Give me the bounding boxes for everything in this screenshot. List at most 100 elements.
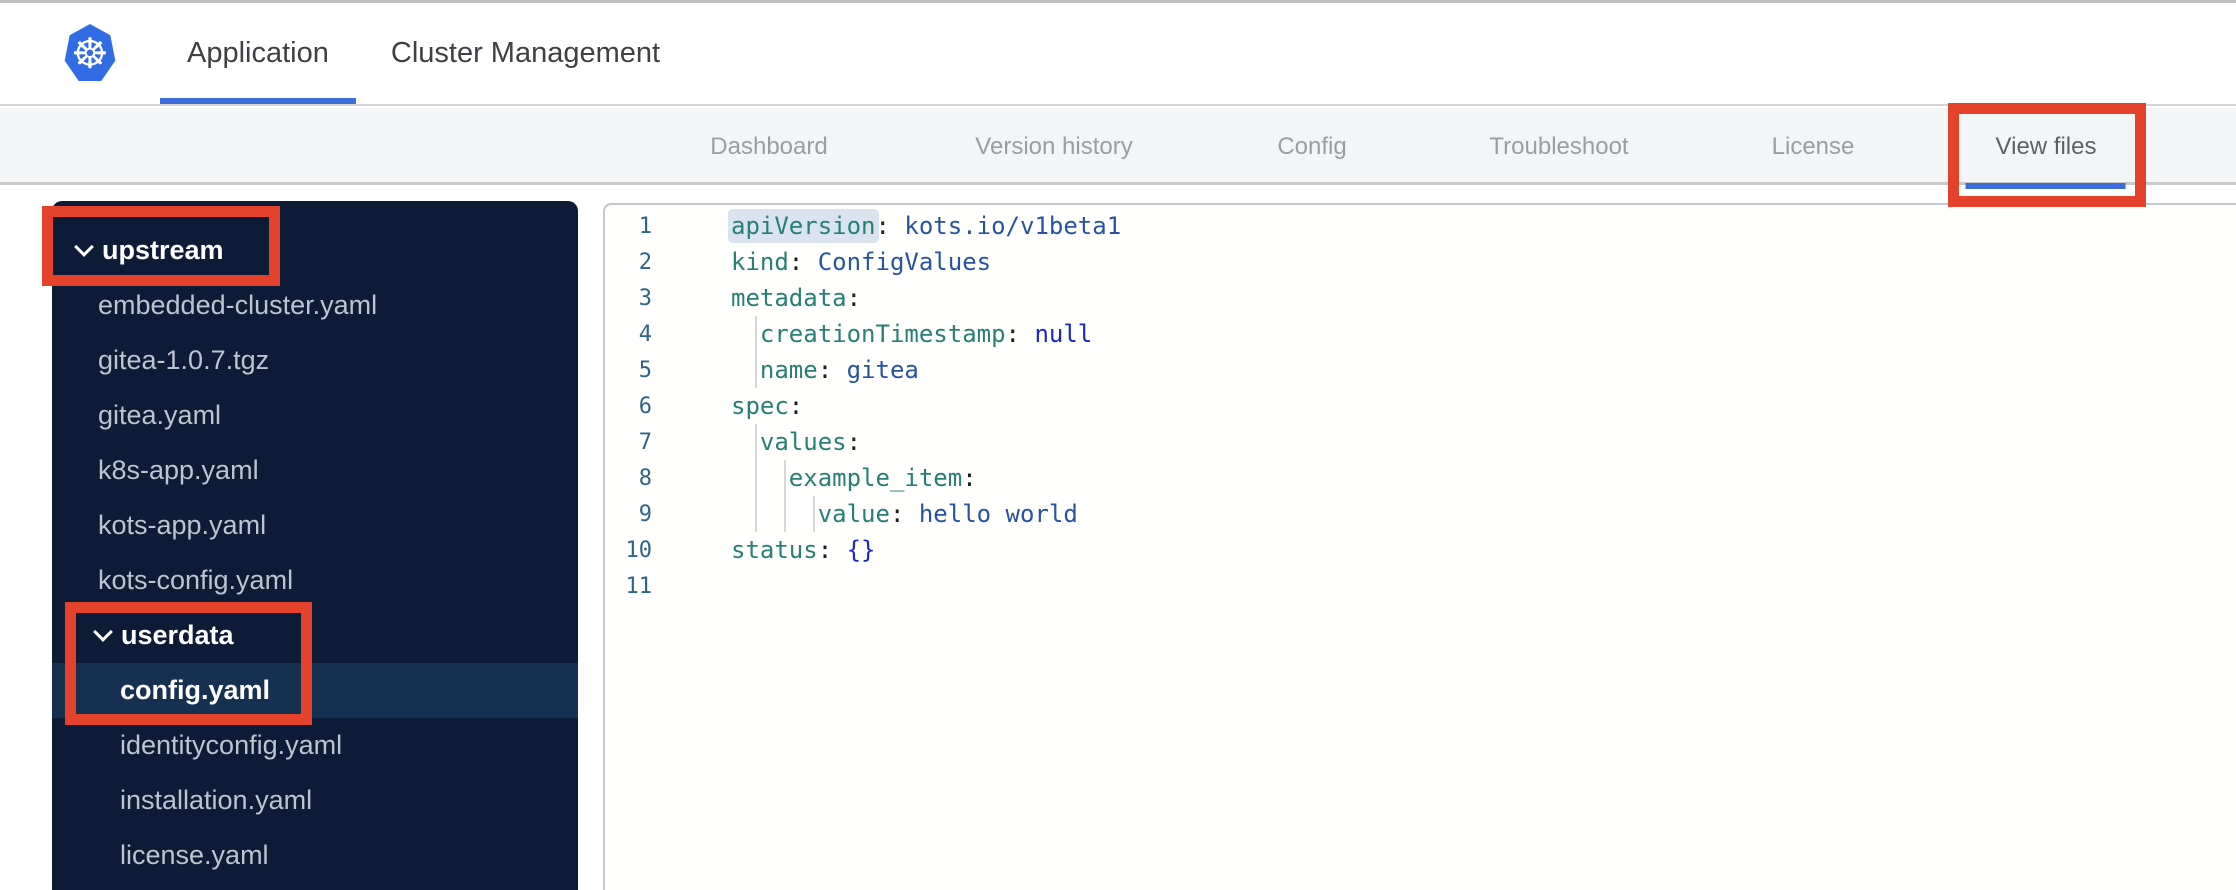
code-token: :	[788, 392, 804, 420]
code-text: status: {}	[652, 536, 876, 564]
code-line: 5 name: gitea	[605, 352, 2236, 388]
tree-file-kots-app-yaml[interactable]: kots-app.yaml	[52, 498, 578, 553]
subnav-tab-label: License	[1771, 132, 1855, 160]
code-token: value	[817, 500, 890, 528]
code-token: metadata	[731, 284, 847, 312]
code-token: :	[875, 212, 890, 240]
subnav-tab-troubleshoot[interactable]: Troubleshoot	[1489, 108, 1628, 185]
code-line: 6 spec:	[605, 388, 2236, 424]
helm-wheel-glyph: ☸	[71, 29, 109, 78]
code-token: ConfigValues	[817, 248, 992, 276]
code-token: hello world	[918, 500, 1078, 528]
code-token: null	[1034, 320, 1093, 348]
app-nav-tabs: Application Cluster Management	[160, 0, 687, 106]
code-text: creationTimestamp: null	[652, 320, 1092, 348]
line-number: 3	[638, 285, 652, 311]
active-subnav-underline	[1966, 183, 2126, 189]
tree-file-gitea-yaml[interactable]: gitea.yaml	[52, 388, 578, 443]
line-number: 8	[638, 465, 652, 491]
code-line: 4 creationTimestamp: null	[605, 316, 2236, 352]
active-tab-underline	[160, 98, 356, 104]
tree-item-label: k8s-app.yaml	[98, 455, 259, 485]
line-number: 10	[625, 537, 653, 563]
tree-item-label: license.yaml	[120, 840, 269, 870]
code-text: kind: ConfigValues	[652, 248, 991, 276]
tree-file-identityconfig-yaml[interactable]: identityconfig.yaml	[52, 718, 578, 773]
subnav-tab-view-files[interactable]: View files	[1966, 108, 2126, 189]
indent-guide	[783, 460, 786, 532]
tree-file-config-yaml[interactable]: config.yaml	[52, 663, 578, 718]
tree-file-license-yaml[interactable]: license.yaml	[52, 828, 578, 883]
tree-file-kots-config-yaml[interactable]: kots-config.yaml	[52, 553, 578, 608]
tab-application[interactable]: Application	[160, 0, 356, 106]
subnav-tab-dashboard[interactable]: Dashboard	[710, 108, 827, 185]
window-top-edge	[0, 0, 2236, 3]
tree-file-embedded-cluster-yaml[interactable]: embedded-cluster.yaml	[52, 278, 578, 333]
code-token: :	[788, 248, 818, 276]
tab-label: Cluster Management	[390, 36, 661, 69]
indent-guide	[812, 496, 815, 532]
tree-folder-upstream[interactable]: upstream	[52, 223, 578, 278]
file-tree-sidebar: upstream embedded-cluster.yaml gitea-1.0.7…	[52, 201, 578, 890]
code-token: gitea	[846, 356, 919, 384]
tree-item-label: userdata	[121, 620, 234, 650]
tree-folder-userdata[interactable]: userdata	[52, 608, 578, 663]
file-editor[interactable]: 1 apiVersion: kots.io/v1beta1 2 kind: Confi…	[603, 203, 2236, 890]
code-token: :	[889, 500, 919, 528]
code-text: spec:	[652, 392, 803, 420]
app-header: ☸ Application Cluster Management	[0, 0, 2236, 106]
code-text: example_item:	[652, 464, 977, 492]
tree-item-label: identityconfig.yaml	[120, 730, 343, 760]
subnav-tab-license[interactable]: License	[1772, 108, 1855, 185]
code-token: example_item	[788, 464, 963, 492]
subnav-tab-version-history[interactable]: Version history	[975, 108, 1132, 185]
code-line: 8 example_item:	[605, 460, 2236, 496]
code-token: :	[962, 464, 977, 492]
tree-file-installation-yaml[interactable]: installation.yaml	[52, 773, 578, 828]
subnav-tab-config[interactable]: Config	[1277, 108, 1346, 185]
code-token: :	[846, 428, 862, 456]
line-number: 1	[638, 213, 652, 239]
line-number: 5	[638, 357, 652, 383]
tree-file-gitea-1-0-7-tgz[interactable]: gitea-1.0.7.tgz	[52, 333, 578, 388]
tree-item-label: kots-config.yaml	[98, 565, 294, 595]
code-token: creationTimestamp	[759, 320, 1006, 348]
subnav-tab-label: Troubleshoot	[1489, 132, 1629, 160]
code-token: {}	[846, 536, 876, 564]
code-token: :	[817, 536, 847, 564]
code-line: 9 value: hello world	[605, 496, 2236, 532]
indent-guide	[754, 316, 757, 388]
code-token: :	[1005, 320, 1035, 348]
tree-item-label: installation.yaml	[120, 785, 313, 815]
code-token: :	[846, 284, 862, 312]
code-text: metadata:	[652, 284, 861, 312]
code-lines: 1 apiVersion: kots.io/v1beta1 2 kind: Confi…	[605, 208, 2236, 604]
code-token: name	[759, 356, 818, 384]
code-token: kind	[731, 248, 789, 276]
code-line: 1 apiVersion: kots.io/v1beta1	[605, 208, 2236, 244]
code-line: 3 metadata:	[605, 280, 2236, 316]
code-line: 7 values:	[605, 424, 2236, 460]
tab-cluster-management[interactable]: Cluster Management	[364, 0, 687, 106]
line-number: 11	[625, 573, 653, 599]
code-text: value: hello world	[652, 500, 1078, 528]
code-token: spec	[731, 392, 789, 420]
chevron-down-icon	[74, 236, 94, 257]
line-number: 9	[638, 501, 652, 527]
code-token: status	[731, 536, 818, 564]
tree-item-label: config.yaml	[120, 675, 271, 705]
tree-file-k8s-app-yaml[interactable]: k8s-app.yaml	[52, 443, 578, 498]
subnav-tab-label: Version history	[975, 132, 1133, 160]
highlighted-token: apiVersion	[731, 212, 876, 240]
tree-item-label: upstream	[102, 235, 224, 265]
code-token: kots.io/v1beta1	[904, 212, 1122, 240]
tab-label: Application	[187, 36, 329, 69]
app-subnav: Dashboard Version history Config Troublesho…	[0, 108, 2236, 189]
indent-guide	[754, 424, 757, 532]
subnav-tab-label: View files	[1995, 132, 2097, 160]
code-line: 11	[605, 568, 2236, 604]
tree-item-label: kots-app.yaml	[98, 510, 267, 540]
subnav-tab-label: Dashboard	[710, 132, 828, 160]
subnav-tab-label: Config	[1277, 132, 1347, 160]
